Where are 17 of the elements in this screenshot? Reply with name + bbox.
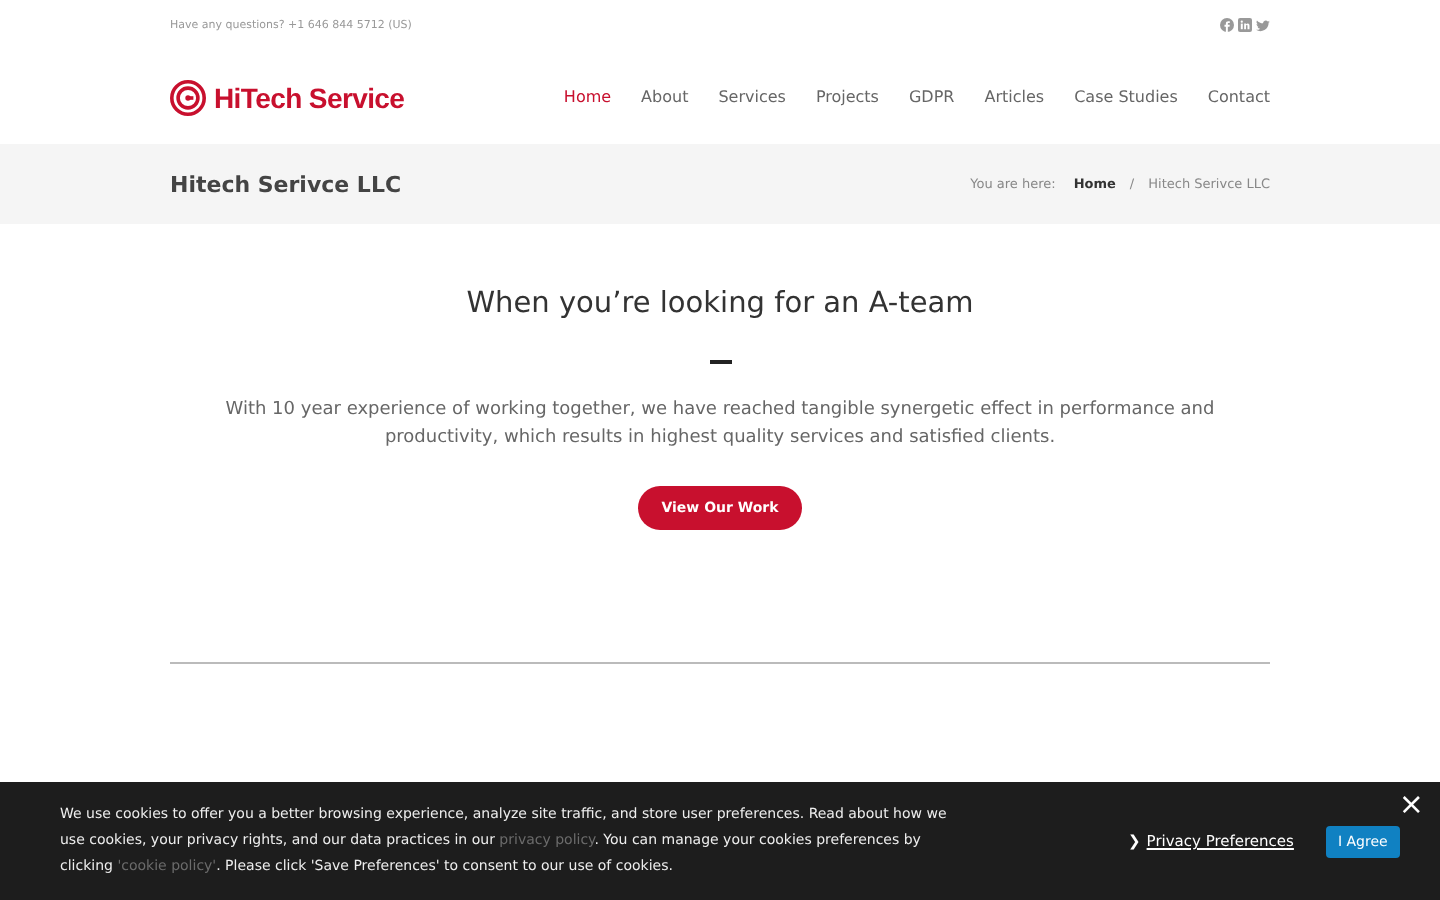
- logo-icon[interactable]: [170, 79, 206, 115]
- nav-link[interactable]: Services: [718, 88, 786, 106]
- nav-link[interactable]: Contact: [1207, 88, 1270, 106]
- linkedin-icon[interactable]: [1238, 18, 1252, 32]
- facebook-icon[interactable]: [1220, 18, 1234, 32]
- nav-link[interactable]: Case Studies: [1074, 88, 1178, 106]
- nav-link[interactable]: Home: [563, 88, 612, 106]
- close-button[interactable]: ×: [1398, 786, 1424, 822]
- logo-text[interactable]: HiTech Service: [214, 81, 405, 113]
- section-heading: When you’re looking for an A-team: [466, 288, 974, 320]
- intro-paragraph: With 10 year experience of working together, we have reached tangible synergetic effect in performance and productivity, which results in highest quality services and satisfied clients.: [223, 398, 1217, 451]
- nav-link[interactable]: About: [641, 88, 689, 106]
- nav-link[interactable]: Articles: [984, 88, 1045, 106]
- page-title: Hitech Serivce LLC: [170, 171, 402, 197]
- nav-link[interactable]: GDPR: [908, 88, 955, 106]
- twitter-icon[interactable]: [1256, 19, 1270, 31]
- nav-link[interactable]: Projects: [815, 88, 879, 106]
